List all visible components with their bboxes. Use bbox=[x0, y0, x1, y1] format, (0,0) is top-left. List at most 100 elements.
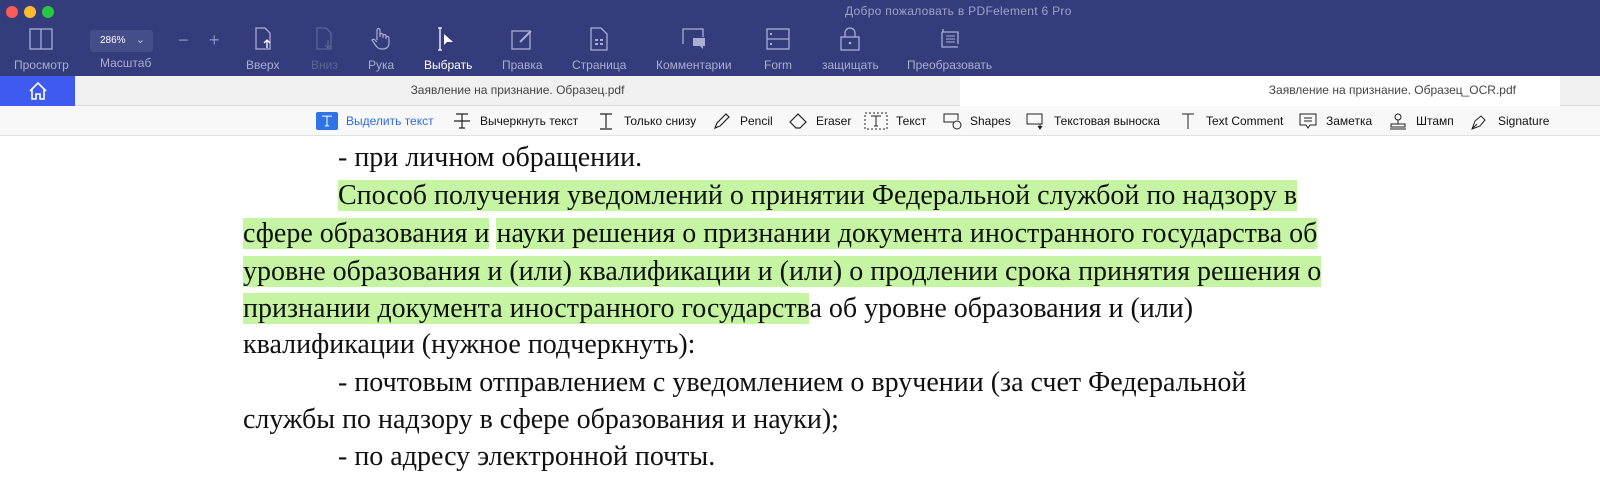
note-icon bbox=[1299, 113, 1317, 129]
comment-icon bbox=[682, 28, 705, 49]
view-label: Просмотр bbox=[14, 58, 69, 72]
highlighted-text: признании документа иностранного государ… bbox=[243, 293, 810, 324]
tool-label: Заметка bbox=[1326, 114, 1373, 128]
form-label: Form bbox=[764, 58, 792, 72]
tool-label: Текстовая выноска bbox=[1054, 114, 1160, 128]
window-title: Добро пожаловать в PDFelement 6 Pro bbox=[845, 4, 1072, 18]
document-tabs: Заявление на признание. Образец.pdf Заяв… bbox=[0, 76, 1600, 106]
hand-label: Рука bbox=[368, 58, 395, 72]
signature-pen-icon bbox=[1471, 115, 1486, 130]
pencil-tool[interactable]: Pencil bbox=[712, 111, 773, 131]
text-line: сфере образования и науки решения о приз… bbox=[243, 218, 1318, 250]
text-line: службы по надзору в сфере образования и … bbox=[243, 404, 839, 435]
text-line: - при личном обращении. bbox=[338, 142, 643, 173]
page-up-button[interactable]: Вверх bbox=[246, 26, 279, 72]
text-comment-tool[interactable]: Text Comment bbox=[1178, 111, 1283, 131]
up-label: Вверх bbox=[246, 58, 280, 72]
home-icon bbox=[28, 81, 47, 100]
text-line: Способ получения уведомлений о принятии … bbox=[338, 180, 1298, 212]
note-tool[interactable]: Заметка bbox=[1298, 111, 1372, 131]
edit-icon bbox=[511, 30, 532, 50]
lock-icon bbox=[840, 27, 861, 51]
eraser-tool[interactable]: Eraser bbox=[788, 111, 851, 131]
signature-tool[interactable]: Signature bbox=[1470, 111, 1549, 131]
hand-button[interactable]: Рука bbox=[368, 26, 394, 72]
page-button[interactable]: Страница bbox=[572, 26, 626, 72]
highlighted-text: науки решения о признании документа инос… bbox=[496, 218, 1318, 249]
annotation-toolbar: Выделить текст Вычеркнуть текст Только с… bbox=[0, 106, 1600, 136]
tool-label: Штамп bbox=[1416, 114, 1454, 128]
underline-text-icon bbox=[600, 113, 612, 130]
form-icon bbox=[766, 28, 790, 50]
maximize-button[interactable] bbox=[42, 6, 54, 18]
protect-button[interactable]: защищать bbox=[822, 26, 879, 72]
zoom-select[interactable]: 286% ⌄ bbox=[90, 30, 153, 52]
tab-document[interactable]: Заявление на признание. Образец.pdf bbox=[75, 76, 960, 106]
select-cursor-icon bbox=[438, 27, 454, 51]
zoom-out-button[interactable]: − bbox=[178, 30, 189, 51]
page-icon bbox=[590, 27, 608, 51]
highlight-text-tool[interactable]: Выделить текст bbox=[316, 111, 434, 131]
window-controls bbox=[6, 6, 54, 18]
strikethrough-icon bbox=[454, 113, 470, 129]
strikethrough-tool[interactable]: Вычеркнуть текст bbox=[452, 111, 578, 131]
page-down-icon bbox=[316, 27, 333, 50]
zoom-in-button[interactable]: + bbox=[209, 30, 220, 51]
stamp-tool[interactable]: Штамп bbox=[1388, 111, 1454, 131]
page-down-button[interactable]: Вниз bbox=[311, 26, 338, 72]
callout-icon bbox=[1026, 113, 1043, 130]
tool-label: Text Comment bbox=[1206, 114, 1284, 128]
underline-tool[interactable]: Только снизу bbox=[596, 111, 696, 131]
shapes-icon bbox=[943, 113, 962, 130]
convert-button[interactable]: Преобразовать bbox=[907, 26, 992, 72]
tab-document-ocr[interactable]: Заявление на признание. Образец_OCR.pdf bbox=[960, 76, 1560, 106]
text-segment: а об уровне образования и (или) bbox=[809, 293, 1194, 324]
text-line: квалификации (нужное подчеркнуть): bbox=[243, 329, 696, 360]
page-up-icon bbox=[255, 27, 271, 50]
callout-tool[interactable]: Текстовая выноска bbox=[1026, 111, 1160, 131]
eraser-icon bbox=[789, 113, 807, 129]
comments-button[interactable]: Комментарии bbox=[656, 26, 732, 72]
close-button[interactable] bbox=[6, 6, 18, 18]
edit-button[interactable]: Правка bbox=[502, 26, 543, 72]
chevron-down-icon: ⌄ bbox=[135, 34, 145, 46]
home-button[interactable] bbox=[0, 76, 75, 106]
tool-label: Только снизу bbox=[624, 114, 697, 128]
document-page[interactable]: - при личном обращении. Способ получения… bbox=[0, 136, 1600, 484]
highlighted-text: Способ получения уведомлений о принятии … bbox=[338, 180, 1298, 211]
form-button[interactable]: Form bbox=[764, 26, 792, 72]
view-button[interactable]: Просмотр bbox=[14, 26, 69, 72]
convert-label: Преобразовать bbox=[907, 58, 993, 72]
highlighted-text: уровне образования и (или) квалификации … bbox=[243, 256, 1322, 287]
text-line: - по адресу электронной почты. bbox=[338, 441, 716, 472]
main-toolbar: Добро пожаловать в PDFelement 6 Pro Прос… bbox=[0, 0, 1600, 76]
tool-label: Вычеркнуть текст bbox=[480, 114, 579, 128]
text-line: признании документа иностранного государ… bbox=[243, 293, 1193, 325]
convert-icon bbox=[940, 29, 959, 48]
tool-label: Pencil bbox=[740, 114, 773, 128]
tool-label: Выделить текст bbox=[346, 114, 434, 128]
comments-label: Комментарии bbox=[656, 58, 732, 72]
hand-icon bbox=[371, 27, 390, 50]
tool-label: Signature bbox=[1498, 114, 1550, 128]
zoom-value: 286% bbox=[100, 35, 126, 46]
select-button[interactable]: Выбрать bbox=[424, 26, 472, 72]
select-label: Выбрать bbox=[424, 58, 473, 72]
edit-label: Правка bbox=[502, 58, 543, 72]
text-comment-icon bbox=[1182, 113, 1194, 129]
stamp-icon bbox=[1390, 113, 1406, 130]
shapes-tool[interactable]: Shapes bbox=[942, 111, 1011, 131]
text-line: - почтовым отправлением с уведомлением о… bbox=[338, 367, 1247, 398]
textbox-icon bbox=[864, 112, 888, 130]
pencil-icon bbox=[713, 113, 730, 130]
tool-label: Eraser bbox=[816, 114, 852, 128]
tool-label: Shapes bbox=[970, 114, 1011, 128]
minimize-button[interactable] bbox=[24, 6, 36, 18]
page-label: Страница bbox=[572, 58, 627, 72]
zoom-label: Масштаб bbox=[100, 56, 152, 70]
highlighted-text: сфере образования и bbox=[243, 218, 490, 249]
view-icon bbox=[29, 28, 54, 50]
text-highlight-icon bbox=[316, 112, 338, 130]
tool-label: Текст bbox=[896, 114, 927, 128]
textbox-tool[interactable]: Текст bbox=[864, 111, 926, 131]
